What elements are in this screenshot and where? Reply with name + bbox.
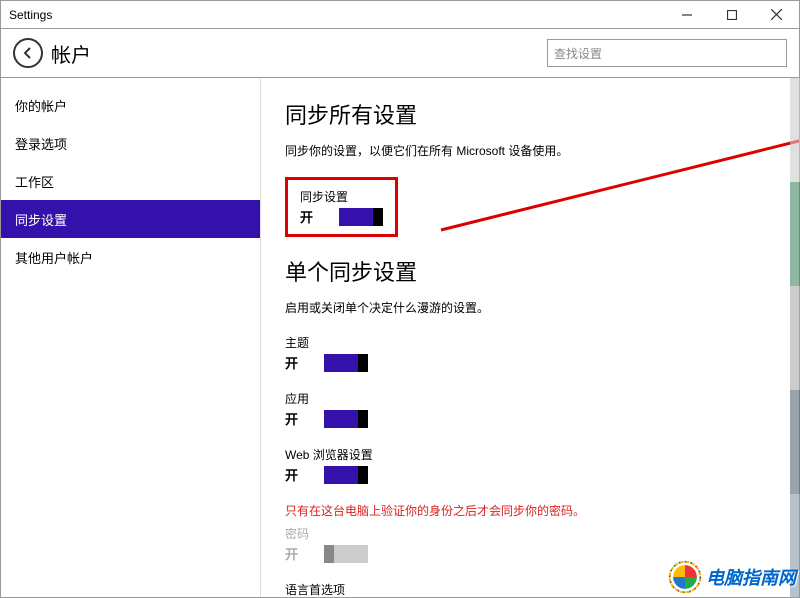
sidebar-item-label: 登录选项 — [15, 134, 67, 153]
window-titlebar: Settings — [0, 0, 800, 28]
toggle-state-text: 开 — [300, 207, 313, 226]
search-placeholder: 查找设置 — [554, 45, 602, 62]
setting-password: 密码 开 — [285, 525, 775, 563]
toggle-knob — [324, 545, 334, 563]
toggle-knob — [358, 354, 368, 372]
watermark-logo-icon — [668, 560, 702, 594]
toggle-theme[interactable] — [324, 354, 368, 372]
sidebar-item-label: 你的帐户 — [15, 96, 67, 115]
setting-label: 主题 — [285, 334, 775, 351]
window-title: Settings — [9, 8, 664, 22]
toggle-password[interactable] — [324, 545, 368, 563]
close-button[interactable] — [754, 1, 799, 29]
toggle-apps[interactable] — [324, 410, 368, 428]
sidebar-item-label: 同步设置 — [15, 210, 67, 229]
password-warning-text: 只有在这台电脑上验证你的身份之后才会同步你的密码。 — [285, 502, 775, 519]
maximize-button[interactable] — [709, 1, 754, 29]
sidebar-item-work-access[interactable]: 工作区 — [1, 162, 260, 200]
watermark: 电脑指南网 — [668, 560, 796, 594]
toggle-web-browser[interactable] — [324, 466, 368, 484]
sidebar-item-other-users[interactable]: 其他用户帐户 — [1, 238, 260, 276]
sidebar-item-sync-settings[interactable]: 同步设置 — [1, 200, 260, 238]
setting-web-browser: Web 浏览器设置 开 — [285, 446, 775, 484]
setting-label: 应用 — [285, 390, 775, 407]
setting-apps: 应用 开 — [285, 390, 775, 428]
setting-theme: 主题 开 — [285, 334, 775, 372]
edge-artifact — [790, 78, 800, 598]
section-individual-desc: 启用或关闭单个决定什么漫游的设置。 — [285, 299, 775, 316]
setting-label: 密码 — [285, 525, 775, 542]
toggle-knob — [373, 208, 383, 226]
toggle-state-text: 开 — [285, 465, 298, 484]
section-individual-title: 单个同步设置 — [285, 255, 775, 287]
toggle-knob — [358, 410, 368, 428]
sidebar: 你的帐户 登录选项 工作区 同步设置 其他用户帐户 — [1, 78, 261, 597]
body: 你的帐户 登录选项 工作区 同步设置 其他用户帐户 同步所有设置 同步你的设置，… — [0, 78, 800, 598]
sidebar-item-signin-options[interactable]: 登录选项 — [1, 124, 260, 162]
toggle-sync-master[interactable] — [339, 208, 383, 226]
section-sync-all-title: 同步所有设置 — [285, 98, 775, 130]
minimize-button[interactable] — [664, 1, 709, 29]
content-pane: 同步所有设置 同步你的设置，以便它们在所有 Microsoft 设备使用。 同步… — [261, 78, 799, 597]
back-button[interactable] — [13, 38, 43, 68]
sidebar-item-label: 工作区 — [15, 172, 54, 191]
sidebar-item-label: 其他用户帐户 — [15, 248, 93, 267]
annotation-highlight-box: 同步设置 开 — [285, 177, 398, 237]
header-bar: 帐户 查找设置 — [0, 28, 800, 78]
toggle-state-text: 开 — [285, 353, 298, 372]
section-sync-all-desc: 同步你的设置，以便它们在所有 Microsoft 设备使用。 — [285, 142, 775, 159]
page-title: 帐户 — [51, 39, 547, 68]
setting-label: Web 浏览器设置 — [285, 446, 775, 463]
sidebar-item-your-account[interactable]: 你的帐户 — [1, 86, 260, 124]
setting-label-sync-master: 同步设置 — [300, 188, 383, 205]
toggle-state-text: 开 — [285, 544, 298, 563]
toggle-knob — [358, 466, 368, 484]
search-input[interactable]: 查找设置 — [547, 39, 787, 67]
watermark-text: 电脑指南网 — [706, 564, 796, 590]
window-buttons — [664, 1, 799, 29]
toggle-state-text: 开 — [285, 409, 298, 428]
setting-row-sync-master: 开 — [300, 207, 383, 226]
annotation-arrow — [431, 120, 799, 250]
